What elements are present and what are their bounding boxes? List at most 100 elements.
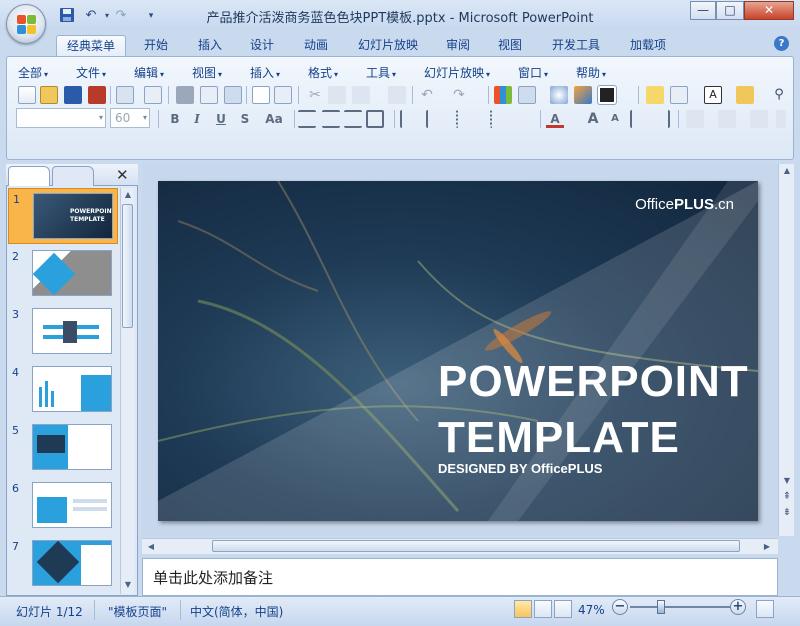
maximize-button[interactable]: □ — [716, 1, 744, 20]
slide-show-view-icon[interactable] — [554, 600, 572, 618]
bold-button[interactable]: B — [166, 110, 184, 128]
scroll-up-icon[interactable]: ▲ — [121, 188, 135, 202]
menu-tools[interactable]: 工具 ▾ — [366, 64, 396, 81]
shape-fill-icon[interactable] — [750, 110, 768, 128]
menu-help[interactable]: 帮助 ▾ — [576, 64, 606, 81]
menu-insert[interactable]: 插入 ▾ — [250, 64, 280, 81]
open-folder-icon[interactable] — [736, 86, 754, 104]
slide-sorter-view-icon[interactable] — [534, 600, 552, 618]
font-color-button[interactable]: A — [546, 110, 564, 128]
underline-button[interactable]: U — [212, 110, 230, 128]
arrange-icon[interactable] — [686, 110, 704, 128]
slide-subtitle[interactable]: DESIGNED BY OfficePLUS — [438, 461, 602, 476]
slide-title-line2[interactable]: TEMPLATE — [438, 413, 680, 463]
zoom-out-icon[interactable]: − — [612, 599, 628, 615]
menu-all[interactable]: 全部 ▾ — [18, 64, 48, 81]
insert-picture-icon[interactable] — [574, 86, 592, 104]
zoom-slider[interactable] — [630, 606, 732, 608]
align-left-icon[interactable] — [298, 110, 316, 128]
previous-slide-icon[interactable]: ⇞ — [779, 490, 795, 504]
zoom-search-icon[interactable]: ⚲ — [770, 86, 788, 104]
tab-slideshow[interactable]: 幻灯片放映 — [348, 35, 428, 57]
bullets-icon[interactable] — [490, 110, 508, 128]
slide-thumbnail[interactable]: 1 POWERPOINT TEMPLATE — [8, 188, 118, 244]
shape-outline-icon[interactable] — [776, 110, 786, 128]
slides-pane-scroll-thumb[interactable] — [122, 204, 133, 328]
next-slide-icon[interactable]: ⇟ — [779, 506, 795, 520]
slide-thumbnail[interactable]: 5 — [8, 420, 118, 476]
save-as-pdf-icon[interactable] — [88, 86, 106, 104]
insert-clipart-icon[interactable] — [550, 86, 568, 104]
tab-animation[interactable]: 动画 — [294, 35, 338, 57]
tab-home[interactable]: 开始 — [134, 35, 178, 57]
increase-indent-icon[interactable] — [652, 110, 670, 128]
insert-table-icon[interactable] — [518, 86, 536, 104]
close-button[interactable]: ✕ — [744, 1, 794, 20]
language-status[interactable]: 中文(简体，中国) — [190, 603, 283, 620]
fit-to-window-icon[interactable] — [756, 600, 774, 618]
tab-review[interactable]: 审阅 — [436, 35, 480, 57]
text-box-icon[interactable]: A — [704, 86, 722, 104]
slide-vertical-scrollbar[interactable]: ▲ ▼ ⇞ ⇟ — [778, 164, 794, 536]
decrease-indent-icon[interactable] — [630, 110, 648, 128]
horizontal-scroll-thumb[interactable] — [212, 540, 740, 552]
menu-view[interactable]: 视图 ▾ — [192, 64, 222, 81]
text-shadow-button[interactable]: S — [236, 110, 254, 128]
menu-slideshow[interactable]: 幻灯片放映 ▾ — [424, 64, 490, 81]
grow-font-button[interactable]: A — [584, 110, 602, 128]
cut-icon[interactable]: ✂ — [306, 86, 324, 104]
menu-file[interactable]: 文件 ▾ — [76, 64, 106, 81]
close-pane-icon[interactable]: ✕ — [116, 166, 129, 184]
tab-classic-menu[interactable]: 经典菜单 — [56, 35, 127, 57]
slide-show-icon[interactable] — [597, 85, 617, 105]
zoom-in-icon[interactable]: + — [730, 599, 746, 615]
slide-title-line1[interactable]: POWERPOINT — [438, 357, 749, 407]
slide-thumbnail[interactable]: 2 — [8, 246, 118, 302]
slides-tab-icon[interactable] — [8, 166, 50, 186]
attach-icon[interactable] — [144, 86, 162, 104]
office-button[interactable] — [6, 4, 46, 44]
slide-thumbnail[interactable]: 4 — [8, 362, 118, 418]
menu-format[interactable]: 格式 ▾ — [308, 64, 338, 81]
columns-icon[interactable] — [400, 110, 418, 128]
scroll-up-icon[interactable]: ▲ — [779, 164, 795, 178]
tab-addins[interactable]: 加载项 — [620, 35, 676, 57]
tab-view[interactable]: 视图 — [488, 35, 532, 57]
research-icon[interactable] — [274, 86, 292, 104]
quick-styles-icon[interactable] — [718, 110, 736, 128]
italic-button[interactable]: I — [188, 110, 206, 128]
theme-name-status[interactable]: "模板页面" — [108, 603, 167, 620]
zoom-level[interactable]: 47% — [578, 603, 605, 617]
change-case-button[interactable]: Aa — [260, 110, 288, 128]
paste-icon[interactable] — [352, 86, 370, 104]
page-setup-icon[interactable] — [224, 86, 242, 104]
save-icon[interactable] — [64, 86, 82, 104]
zoom-slider-handle[interactable] — [656, 600, 665, 614]
minimize-button[interactable]: — — [690, 1, 716, 20]
notes-placeholder[interactable]: 单击此处添加备注 — [153, 567, 273, 588]
redo-toolbar-icon[interactable]: ↷ — [450, 86, 468, 104]
outline-tab-icon[interactable] — [52, 166, 94, 186]
scroll-down-icon[interactable]: ▼ — [121, 578, 135, 592]
slide-thumbnail[interactable]: 3 — [8, 304, 118, 360]
scroll-left-icon[interactable]: ◀ — [144, 540, 158, 554]
spell-check-icon[interactable] — [252, 86, 270, 104]
normal-view-icon[interactable] — [514, 600, 532, 618]
font-size-combo[interactable]: 60 ▾ — [110, 108, 150, 128]
tab-design[interactable]: 设计 — [240, 35, 284, 57]
current-slide[interactable]: OfficePLUS.cn POWERPOINT TEMPLATE DESIGN… — [158, 181, 758, 521]
menu-edit[interactable]: 编辑 ▾ — [134, 64, 164, 81]
notes-pane[interactable]: 单击此处添加备注 — [142, 558, 778, 596]
layout-icon[interactable] — [670, 86, 688, 104]
open-folder-icon[interactable] — [40, 86, 58, 104]
new-slide-icon[interactable] — [646, 86, 664, 104]
justify-icon[interactable] — [366, 110, 384, 128]
numbering-icon[interactable] — [456, 110, 474, 128]
tab-developer[interactable]: 开发工具 — [542, 35, 610, 57]
align-center-icon[interactable] — [322, 110, 340, 128]
print-preview-icon[interactable] — [200, 86, 218, 104]
font-name-combo[interactable]: ▾ — [16, 108, 106, 128]
permission-icon[interactable] — [116, 86, 134, 104]
text-direction-icon[interactable] — [426, 110, 444, 128]
align-right-icon[interactable] — [344, 110, 362, 128]
